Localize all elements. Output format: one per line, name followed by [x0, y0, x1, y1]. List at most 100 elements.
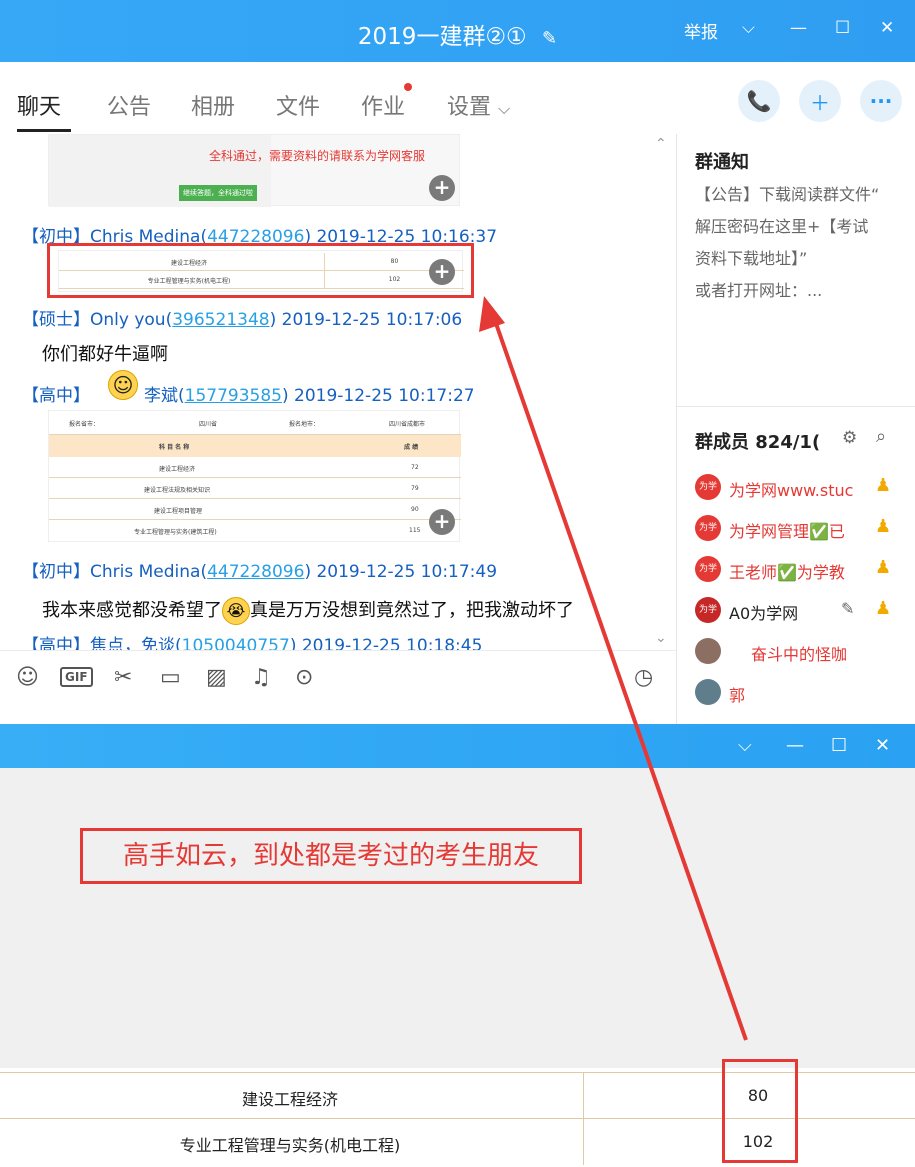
scroll-up-icon[interactable]: ⌃ [655, 136, 667, 152]
sender-name[interactable]: 焦点，免谈 [90, 636, 175, 650]
tab-files[interactable]: 文件 [276, 89, 320, 121]
image-viewer-window: ⌵ — ☐ ✕ 高手如云，到处都是考过的考生朋友 建设工程经济 80 专业工程管… [0, 724, 915, 1167]
member-manage-icon[interactable]: ⚙ [842, 428, 857, 448]
phone-call-icon[interactable]: 📞 [738, 80, 780, 122]
column-divider [583, 1073, 584, 1119]
admin-badge-icon: ♟ [875, 475, 892, 496]
bell-icon[interactable]: ♫ [251, 665, 271, 690]
edit-icon[interactable]: ✎ [841, 599, 854, 618]
sender-name[interactable]: 李斌 [144, 386, 178, 406]
minimize-button[interactable]: — [790, 18, 807, 38]
crying-emoji-icon: 😭 [222, 597, 250, 625]
minimize-button[interactable]: — [786, 735, 804, 756]
subject-cell: 专业工程管理与实务(机电工程) [179, 1136, 401, 1155]
chevron-down-icon[interactable]: ⌵ [738, 735, 752, 756]
notice-text-line[interactable]: 解压密码在这里+【考试 [695, 213, 868, 237]
avatar [695, 679, 721, 705]
edit-icon[interactable]: ✎ [542, 28, 557, 49]
search-icon[interactable]: ⌕ [876, 426, 886, 447]
notice-text-line[interactable]: 【公告】下载阅读群文件“ [695, 181, 879, 205]
avatar: 为学 [695, 556, 721, 582]
highlight-box [47, 243, 474, 298]
members-title: 群成员 824/1( [695, 432, 821, 453]
image-green-button: 继续答题，全科通过啦 [179, 185, 257, 201]
member-name: 奋斗中的怪咖 [751, 645, 848, 664]
sender-name[interactable]: Only you [90, 310, 166, 330]
member-name: 郭 [729, 686, 746, 705]
member-item[interactable]: 奋斗中的怪咖 [695, 638, 905, 666]
subject-cell: 建设工程经济 [241, 1090, 338, 1109]
chevron-down-icon[interactable]: ⌵ [742, 18, 755, 38]
close-button[interactable]: ✕ [880, 18, 894, 38]
member-item[interactable]: 为学 为学网www.stuc ♟ [695, 474, 905, 502]
sender-qq-link[interactable]: 1050040757 [182, 636, 290, 650]
message-header: 【高中】焦点，免谈(1050040757) 2019-12-25 10:18:4… [22, 631, 482, 650]
table-header: 科 目 名 称 成 绩 [49, 435, 461, 457]
member-item[interactable]: 为学 A0为学网 ✎ ♟ [695, 597, 905, 625]
notification-dot [404, 83, 412, 91]
maximize-button[interactable]: ☐ [831, 735, 847, 756]
gif-icon[interactable]: GIF [60, 667, 93, 687]
group-name: 2019一建群②① [357, 24, 527, 50]
message-header: 【高中】 [22, 386, 90, 406]
member-name: 为学网管理✅已 [729, 522, 845, 541]
sender-qq-link[interactable]: 396521348 [172, 310, 269, 330]
avatar: 为学 [695, 474, 721, 500]
member-item[interactable]: 为学 为学网管理✅已 ♟ [695, 515, 905, 543]
group-side-panel: 群通知 【公告】下载阅读群文件“ 解压密码在这里+【考试 资料下载地址】” 或者… [676, 134, 915, 724]
scroll-down-icon[interactable]: ⌄ [655, 630, 667, 646]
table-row: 建设工程项目管理 90 [49, 499, 461, 520]
tab-homework[interactable]: 作业 [361, 89, 405, 121]
image-icon[interactable]: ▨ [206, 665, 227, 690]
tab-announcements[interactable]: 公告 [107, 89, 151, 121]
message-header-name: 李斌(157793585) 2019-12-25 10:17:27 [144, 386, 475, 406]
more-icon[interactable]: ··· [860, 80, 902, 122]
window-title: 2019一建群②① ✎ [0, 17, 915, 51]
input-toolbar: ☺ GIF ✂ ▭ ▨ ♫ ⊙ ◷ [0, 650, 676, 706]
table-row: 报名省市： 四川省 报名地市： 四川省成都市 [49, 411, 461, 435]
avatar [695, 638, 721, 664]
table-row: 建设工程经济 72 [49, 457, 461, 478]
tab-album[interactable]: 相册 [191, 89, 235, 121]
avatar: 为学 [695, 515, 721, 541]
zoom-in-icon[interactable]: + [429, 509, 455, 535]
member-item[interactable]: 郭 [695, 679, 905, 707]
message-add-icon[interactable]: ＋ [799, 80, 841, 122]
window-titlebar: 2019一建群②① ✎ 举报 ⌵ — ☐ ✕ [0, 0, 915, 62]
notice-text-line[interactable]: 资料下载地址】” [695, 245, 807, 269]
group-notice-title: 群通知 [695, 152, 749, 173]
viewer-titlebar: ⌵ — ☐ ✕ [0, 724, 915, 768]
close-button[interactable]: ✕ [875, 735, 890, 756]
history-clock-icon[interactable]: ◷ [634, 665, 653, 690]
message-text: 我本来感觉都没希望了 😭 真是万万没想到竟然过了，把我激动坏了 [42, 596, 574, 625]
message-text: 你们都好牛逼啊 [42, 344, 168, 365]
highlight-box [722, 1059, 798, 1163]
admin-badge-icon: ♟ [875, 598, 892, 619]
sender-qq-link[interactable]: 447228096 [207, 562, 304, 582]
notice-text-line[interactable]: 或者打开网址：... [695, 277, 822, 301]
sender-qq-link[interactable]: 157793585 [185, 386, 282, 406]
chevron-down-icon: ⌵ [498, 99, 511, 118]
folder-icon[interactable]: ▭ [160, 665, 181, 690]
panel-divider [677, 406, 915, 407]
report-button[interactable]: 举报 [684, 18, 718, 43]
emoji-icon[interactable]: ☺ [16, 665, 39, 690]
sender-name[interactable]: Chris Medina [90, 562, 200, 582]
scissors-icon[interactable]: ✂ [114, 665, 132, 690]
annotation-caption: 高手如云，到处都是考过的考生朋友 [80, 828, 582, 884]
maximize-button[interactable]: ☐ [835, 18, 850, 38]
chat-message-area[interactable]: 继续答题，全科通过啦 全科通过，需要资料的请联系为学网客服 + ⌃ 【初中】Ch… [0, 134, 676, 650]
admin-badge-icon: ♟ [875, 557, 892, 578]
score-image-thumbnail[interactable]: 报名省市： 四川省 报名地市： 四川省成都市 科 目 名 称 成 绩 建设工程经… [48, 410, 461, 542]
smile-emoji-icon: ☺ [108, 370, 138, 400]
more-circle-icon[interactable]: ⊙ [295, 665, 313, 690]
tab-settings[interactable]: 设置 ⌵ [447, 89, 510, 121]
member-name: 为学网www.stuc [729, 481, 854, 500]
zoom-in-icon[interactable]: + [429, 175, 455, 201]
tab-bar: 聊天 公告 相册 文件 作业 设置 ⌵ 📞 ＋ ··· [0, 62, 915, 134]
member-name: A0为学网 [729, 604, 799, 623]
message-image-thumbnail[interactable]: 继续答题，全科通过啦 全科通过，需要资料的请联系为学网客服 + [48, 134, 460, 207]
tab-chat[interactable]: 聊天 [17, 89, 61, 121]
admin-badge-icon: ♟ [875, 516, 892, 537]
member-item[interactable]: 为学 王老师✅为学教 ♟ [695, 556, 905, 584]
